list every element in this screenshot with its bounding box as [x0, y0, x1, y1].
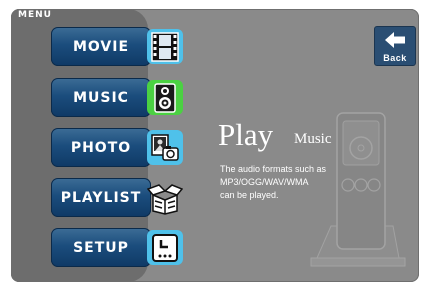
description: The audio formats such as MP3/OGG/WAV/WM… — [220, 163, 368, 202]
movie-button[interactable]: MOVIE — [51, 27, 151, 66]
menu-screen: MENU MOVIE MUSIC PHOTO PLAYLIST SETUP Ba… — [11, 9, 419, 282]
photo-button[interactable]: PHOTO — [51, 128, 151, 167]
page-title: Play — [218, 117, 274, 152]
back-arrow-icon — [385, 32, 405, 48]
open-box-icon[interactable] — [147, 180, 183, 215]
description-line: can be played. — [220, 190, 279, 200]
setup-button[interactable]: SETUP — [51, 228, 151, 267]
page-subtitle: Music — [294, 131, 332, 147]
music-button[interactable]: MUSIC — [51, 78, 151, 117]
description-line: MP3/OGG/WAV/WMA — [220, 177, 309, 187]
film-icon[interactable] — [147, 29, 183, 64]
back-button[interactable]: Back — [374, 26, 416, 66]
photo-icon[interactable] — [147, 130, 183, 165]
speaker-icon[interactable] — [147, 80, 183, 115]
description-line: The audio formats such as — [220, 164, 327, 174]
clock-icon[interactable] — [147, 230, 183, 265]
menu-label: MENU — [18, 10, 52, 20]
back-label: Back — [383, 53, 407, 63]
playlist-button[interactable]: PLAYLIST — [51, 178, 151, 217]
